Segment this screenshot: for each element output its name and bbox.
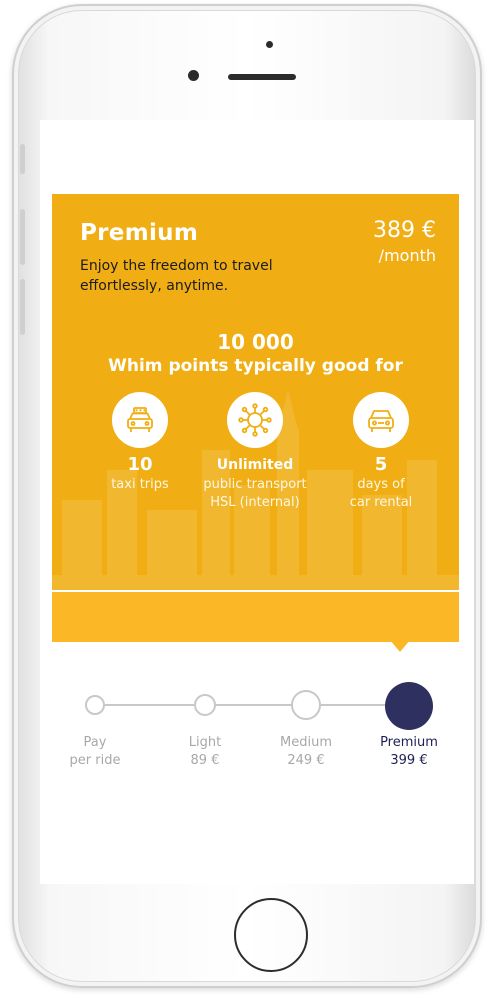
plan-price: 389 €: [373, 218, 436, 243]
points-label: Whim points typically good for: [108, 356, 403, 376]
plan-description: Enjoy the freedom to travel effortlessly…: [80, 258, 273, 294]
app-screen: Premium Enjoy the freedom to travel effo…: [40, 120, 474, 884]
earpiece-speaker: [228, 74, 296, 80]
tier-name: Light: [188, 735, 222, 750]
tier-name: Premium: [380, 735, 438, 750]
plan-title: Premium: [80, 220, 199, 246]
plan-price-period: /month: [378, 246, 436, 265]
taxi-trips-count: 10: [127, 454, 153, 475]
tier-node-light[interactable]: [194, 694, 216, 716]
mute-switch: [20, 144, 25, 174]
public-transport-amount: Unlimited: [216, 457, 294, 473]
tier-node-medium[interactable]: [291, 690, 321, 720]
volume-up-button: [20, 209, 25, 265]
tier-node-premium[interactable]: [385, 682, 433, 730]
points-amount: 10 000: [217, 330, 294, 354]
tier-sub: 399 €: [390, 753, 428, 768]
tier-slider-track[interactable]: [97, 704, 405, 706]
home-button[interactable]: [234, 898, 308, 972]
transit-network-icon: [227, 392, 283, 448]
tier-sub: 89 €: [190, 753, 220, 768]
tier-name: Medium: [280, 735, 332, 750]
car-icon: [353, 392, 409, 448]
car-rental-days: 5: [374, 454, 388, 475]
front-camera: [188, 70, 199, 81]
plan-band: [52, 592, 459, 642]
taxi-icon: [112, 392, 168, 448]
feature-car-rental: 5 days of car rental: [316, 392, 446, 512]
car-rental-label-1: days of: [357, 477, 405, 492]
selected-tier-pointer: [390, 640, 410, 652]
tier-name: Pay: [83, 735, 107, 750]
plan-card: Premium Enjoy the freedom to travel effo…: [52, 194, 459, 590]
tier-sub: 249 €: [287, 753, 325, 768]
feature-taxi: 10 taxi trips: [75, 392, 205, 494]
tier-node-pay[interactable]: [85, 695, 105, 715]
public-transport-zone: HSL (internal): [210, 495, 300, 510]
proximity-sensor: [266, 41, 273, 48]
tier-label-pay[interactable]: Pay per ride: [45, 734, 145, 770]
public-transport-label: public transport: [203, 477, 307, 492]
tier-label-medium[interactable]: Medium 249 €: [256, 734, 356, 770]
car-rental-label-2: car rental: [349, 495, 413, 510]
tier-label-premium[interactable]: Premium 399 €: [359, 734, 459, 770]
tier-label-light[interactable]: Light 89 €: [155, 734, 255, 770]
volume-down-button: [20, 279, 25, 335]
feature-public-transport: Unlimited public transport HSL (internal…: [190, 392, 320, 512]
tier-sub: per ride: [69, 753, 121, 768]
taxi-trips-label: taxi trips: [111, 477, 169, 492]
